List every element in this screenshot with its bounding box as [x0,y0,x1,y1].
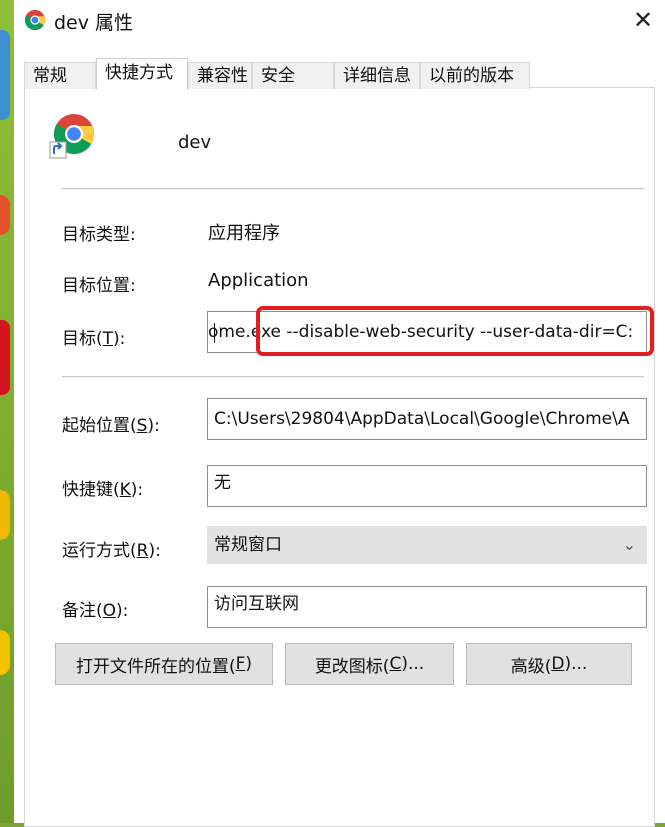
hotkey-input[interactable]: 无 [207,465,647,507]
text-caret [214,323,215,343]
advanced-button[interactable]: 高级(D)... [466,643,632,685]
chevron-down-icon: ⌄ [622,535,636,554]
desktop-icon [0,320,10,395]
shortcut-name: dev [178,132,212,153]
chrome-icon [24,9,46,31]
change-icon-button[interactable]: 更改图标(C)... [285,643,454,685]
open-file-location-button[interactable]: 打开文件所在的位置(F) [55,643,273,685]
comment-input[interactable]: 访问互联网 [207,586,647,628]
start-in-input[interactable]: C:\Users\29804\AppData\Local\Google\Chro… [207,398,647,440]
comment-label: 备注(O): [62,601,129,621]
tab-security[interactable]: 安全 [252,62,334,89]
chrome-shortcut-icon [49,114,94,159]
target-label: 目标(T): [62,329,126,349]
start-in-label: 起始位置(S): [62,416,160,436]
separator [62,376,644,378]
target-type-label: 目标类型: [62,225,136,245]
tab-details[interactable]: 详细信息 [334,62,420,89]
desktop-icon [0,490,10,540]
title-bar[interactable]: dev 属性 ✕ [14,0,665,44]
target-type-value: 应用程序 [208,223,280,244]
window-title: dev 属性 [54,12,134,34]
close-button[interactable]: ✕ [621,0,665,40]
run-label: 运行方式(R): [62,541,161,561]
highlight-annotation [256,306,654,356]
target-location-value: Application [208,270,309,291]
target-location-label: 目标位置: [62,276,136,296]
desktop-icon [0,630,10,675]
tab-compatibility[interactable]: 兼容性 [188,62,252,89]
close-icon: ✕ [632,6,654,34]
desktop-background [0,0,14,823]
hotkey-label: 快捷键(K): [62,480,144,500]
tab-shortcut[interactable]: 快捷方式 [96,58,188,90]
tab-panel-shortcut [24,87,655,827]
separator [62,188,644,190]
desktop-icon [0,195,10,235]
run-mode-select[interactable]: 常规窗口 ⌄ [207,526,647,564]
tab-previous-versions[interactable]: 以前的版本 [420,62,530,89]
properties-dialog: dev 属性 ✕ 常规 快捷方式 兼容性 安全 详细信息 以前的版本 dev 目… [14,0,665,827]
desktop-icon [0,30,10,120]
tab-general[interactable]: 常规 [24,62,96,89]
